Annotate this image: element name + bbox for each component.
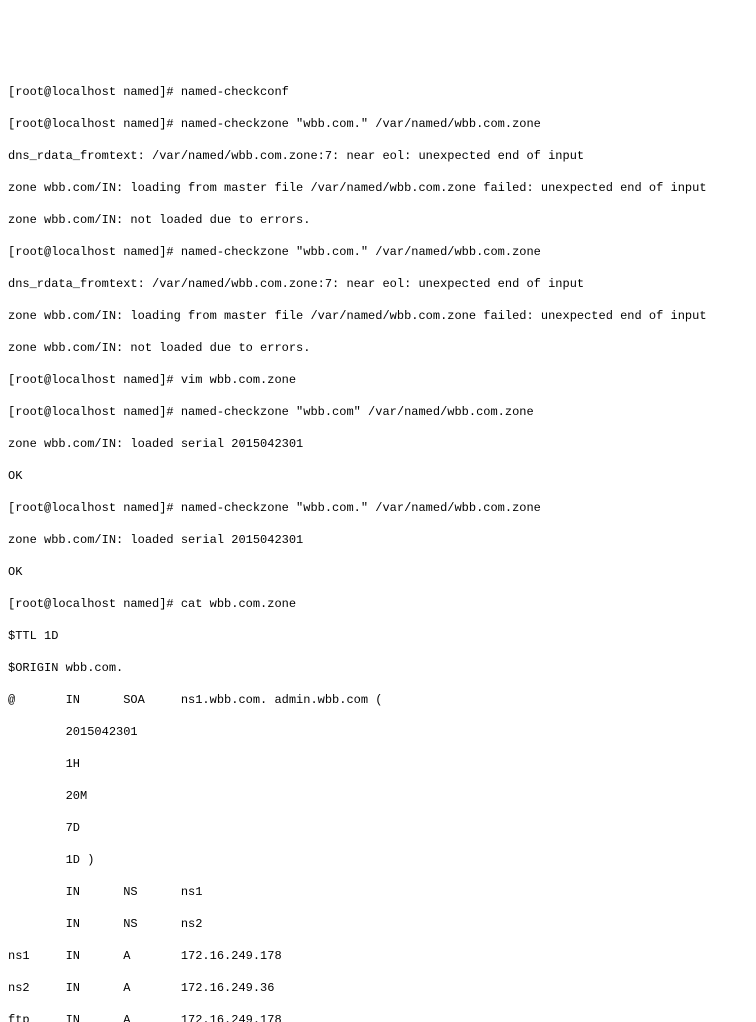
- terminal-line: 1H: [8, 756, 748, 772]
- terminal-line: [root@localhost named]# vim wbb.com.zone: [8, 372, 748, 388]
- terminal-line: [root@localhost named]# named-checkzone …: [8, 244, 748, 260]
- terminal-line: OK: [8, 564, 748, 580]
- terminal-line: dns_rdata_fromtext: /var/named/wbb.com.z…: [8, 148, 748, 164]
- terminal-line: dns_rdata_fromtext: /var/named/wbb.com.z…: [8, 276, 748, 292]
- terminal-line: 2015042301: [8, 724, 748, 740]
- terminal-line: zone wbb.com/IN: loading from master fil…: [8, 180, 748, 196]
- terminal-line: ns1 IN A 172.16.249.178: [8, 948, 748, 964]
- terminal-output: [root@localhost named]# named-checkconf …: [8, 68, 748, 1022]
- terminal-line: 20M: [8, 788, 748, 804]
- terminal-line: zone wbb.com/IN: loaded serial 201504230…: [8, 532, 748, 548]
- terminal-line: 1D ): [8, 852, 748, 868]
- terminal-line: IN NS ns1: [8, 884, 748, 900]
- terminal-line: [root@localhost named]# named-checkzone …: [8, 116, 748, 132]
- terminal-line: zone wbb.com/IN: loaded serial 201504230…: [8, 436, 748, 452]
- terminal-line: OK: [8, 468, 748, 484]
- terminal-line: [root@localhost named]# named-checkzone …: [8, 500, 748, 516]
- terminal-line: [root@localhost named]# cat wbb.com.zone: [8, 596, 748, 612]
- terminal-line: IN NS ns2: [8, 916, 748, 932]
- terminal-line: ns2 IN A 172.16.249.36: [8, 980, 748, 996]
- terminal-line: [root@localhost named]# named-checkzone …: [8, 404, 748, 420]
- terminal-line: $ORIGIN wbb.com.: [8, 660, 748, 676]
- terminal-line: zone wbb.com/IN: not loaded due to error…: [8, 340, 748, 356]
- terminal-line: [root@localhost named]# named-checkconf: [8, 84, 748, 100]
- terminal-line: zone wbb.com/IN: loading from master fil…: [8, 308, 748, 324]
- terminal-line: zone wbb.com/IN: not loaded due to error…: [8, 212, 748, 228]
- terminal-line: @ IN SOA ns1.wbb.com. admin.wbb.com (: [8, 692, 748, 708]
- terminal-line: 7D: [8, 820, 748, 836]
- terminal-line: $TTL 1D: [8, 628, 748, 644]
- terminal-line: ftp IN A 172.16.249.178: [8, 1012, 748, 1022]
